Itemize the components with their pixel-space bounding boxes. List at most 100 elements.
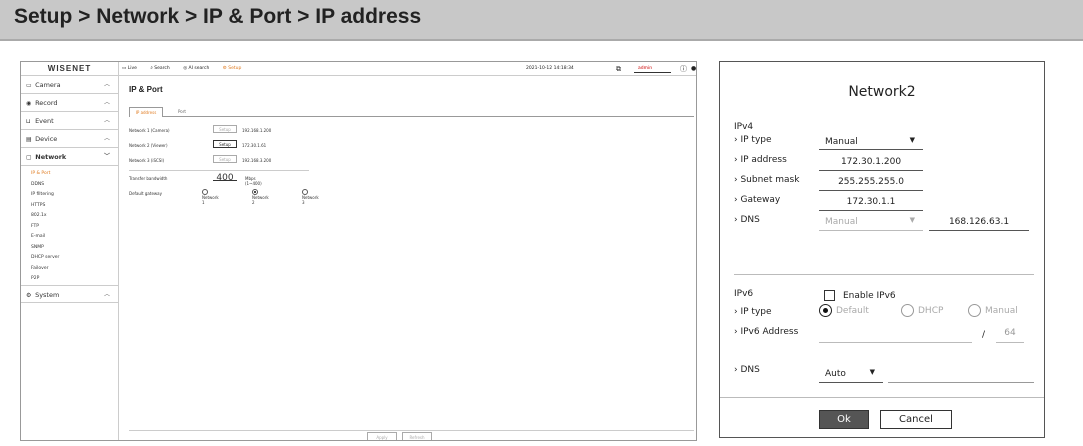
dns-input[interactable]: 168.126.63.1	[929, 217, 1029, 231]
label-text: IP type	[740, 307, 772, 317]
ipv6-option-default[interactable]: Default	[819, 304, 869, 317]
label-text: DNS	[740, 365, 760, 375]
ipv4-ip-type-label: › IP type	[734, 135, 772, 145]
dropdown-arrow-icon: ▼	[909, 136, 915, 144]
setup-tab[interactable]: ⚙ Setup	[223, 66, 248, 71]
submenu-p2p[interactable]: P2P	[31, 274, 118, 285]
cancel-button[interactable]: Cancel	[880, 410, 952, 429]
help-icon[interactable]: ⓘ	[680, 62, 687, 76]
label-text: Gateway	[740, 195, 781, 205]
subnet-mask-input[interactable]: 255.255.255.0	[819, 177, 923, 191]
option-label: Network 2	[252, 195, 269, 205]
ai-search-tab[interactable]: ◎ AI search	[183, 66, 215, 71]
menu-label: Camera	[35, 81, 61, 89]
menu-label: Device	[35, 135, 58, 143]
row-value: 172.30.1.61	[242, 143, 267, 148]
label-text: Subnet mask	[740, 175, 800, 185]
logo: WISENET	[21, 62, 118, 76]
ipv6-dns-select[interactable]: Auto ▼	[819, 368, 883, 383]
gateway-option-network2[interactable]: Network 2	[252, 189, 269, 205]
ip-address-input[interactable]: 172.30.1.200	[819, 157, 923, 171]
submenu-failover[interactable]: Failover	[31, 264, 118, 275]
tab-ip-address[interactable]: IP address	[129, 107, 163, 117]
apply-button[interactable]: Apply	[367, 432, 397, 440]
option-label: DHCP	[918, 306, 944, 316]
menu-event[interactable]: ⊔ Event ︿	[21, 112, 118, 130]
dns-label: › DNS	[734, 215, 760, 225]
bandwidth-input[interactable]: 400	[213, 173, 237, 183]
top-bar: ▭ Live ⌕ Search ◎ AI search ⚙ Setup 2021…	[119, 62, 696, 76]
ipv6-ip-type-label: › IP type	[734, 307, 772, 317]
event-icon: ⊔	[26, 118, 31, 125]
row-label: Transfer bandwidth	[129, 176, 168, 181]
submenu-8021x[interactable]: 802.1x	[31, 211, 118, 222]
section-divider	[734, 274, 1034, 275]
menu-record[interactable]: ◉ Record ︿	[21, 94, 118, 112]
menu-label: Event	[35, 117, 54, 125]
submenu-ddns[interactable]: DDNS	[31, 180, 118, 191]
content-area: IP & Port IP address Port Network 1 (Cam…	[119, 76, 696, 440]
ipv4-ip-type-select[interactable]: Manual ▼	[819, 136, 923, 150]
ipv6-address-input[interactable]	[819, 328, 972, 343]
network2-setup-button[interactable]: Setup	[213, 140, 237, 148]
logout-icon[interactable]: ●━	[691, 62, 696, 76]
ok-button[interactable]: Ok	[819, 410, 869, 429]
ipv6-address-label: › IPv6 Address	[734, 327, 799, 337]
radio-selected-icon	[819, 304, 832, 317]
gateway-option-network1[interactable]: Network 1	[202, 189, 219, 205]
select-value: Manual	[825, 217, 858, 227]
network-icon: ▢	[26, 154, 32, 161]
setup-label: Setup	[228, 66, 242, 71]
radio-selected-icon	[252, 189, 258, 195]
ipv6-option-manual[interactable]: Manual	[968, 304, 1018, 317]
gateway-input[interactable]: 172.30.1.1	[819, 197, 923, 211]
row-value: 192.168.1.200	[242, 128, 272, 133]
network1-setup-button[interactable]: Setup	[213, 125, 237, 133]
search-tab[interactable]: ⌕ Search	[150, 66, 175, 71]
ipv4-header: IPv4	[734, 122, 754, 132]
select-value: Auto	[825, 369, 846, 379]
page-title: IP & Port	[129, 85, 163, 94]
system-icon: ⚙	[26, 291, 32, 299]
refresh-button[interactable]: Refresh	[402, 432, 432, 440]
row-value: 192.168.3.200	[242, 158, 272, 163]
menu-system[interactable]: ⚙ System ︿	[21, 284, 118, 303]
submenu-ip-port[interactable]: IP & Port	[31, 169, 118, 180]
menu-label: System	[35, 290, 60, 299]
submenu-email[interactable]: E-mail	[31, 232, 118, 243]
label-text: IP type	[740, 135, 772, 145]
dns-mode-select[interactable]: Manual ▼	[819, 216, 923, 231]
ipv6-dns-label: › DNS	[734, 365, 760, 375]
ipv6-prefix-input[interactable]: 64	[996, 328, 1024, 343]
notification-icon[interactable]: ⧉	[616, 62, 621, 76]
dialog-title: Network2	[848, 84, 916, 100]
live-tab[interactable]: ▭ Live	[122, 66, 143, 71]
chevron-down-icon: ﹀	[103, 153, 110, 160]
ipv6-option-dhcp[interactable]: DHCP	[901, 304, 943, 317]
enable-ipv6-label: Enable IPv6	[843, 291, 896, 301]
option-label: Network 1	[202, 195, 219, 205]
menu-network[interactable]: ▢ Network ﹀	[21, 148, 118, 166]
enable-ipv6-checkbox[interactable]	[824, 290, 835, 301]
gateway-option-network3[interactable]: Network 3	[302, 189, 319, 205]
sidebar: WISENET ▭ Camera ︿ ◉ Record ︿ ⊔ Event ︿ ▤ D…	[21, 62, 119, 440]
user-select[interactable]: admin	[634, 66, 671, 73]
label-text: IPv6 Address	[740, 327, 799, 337]
ip-address-label: › IP address	[734, 155, 787, 165]
radio-icon	[901, 304, 914, 317]
menu-label: Network	[35, 153, 67, 161]
ipv6-dns-input[interactable]	[888, 369, 1034, 383]
menu-device[interactable]: ▤ Device ︿	[21, 130, 118, 148]
submenu-dhcp-server[interactable]: DHCP server	[31, 253, 118, 264]
submenu-snmp[interactable]: SNMP	[31, 243, 118, 254]
page-banner: Setup > Network > IP & Port > IP address	[0, 0, 1083, 41]
network3-setup-button[interactable]: Setup	[213, 155, 237, 163]
submenu-ftp[interactable]: FTP	[31, 222, 118, 233]
submenu-ip-filtering[interactable]: IP filtering	[31, 190, 118, 201]
dropdown-arrow-icon: ▼	[869, 368, 875, 376]
submenu-https[interactable]: HTTPS	[31, 201, 118, 212]
tab-port[interactable]: Port	[167, 107, 197, 117]
subnet-mask-label: › Subnet mask	[734, 175, 800, 185]
record-icon: ◉	[26, 100, 32, 107]
menu-camera[interactable]: ▭ Camera ︿	[21, 76, 118, 94]
